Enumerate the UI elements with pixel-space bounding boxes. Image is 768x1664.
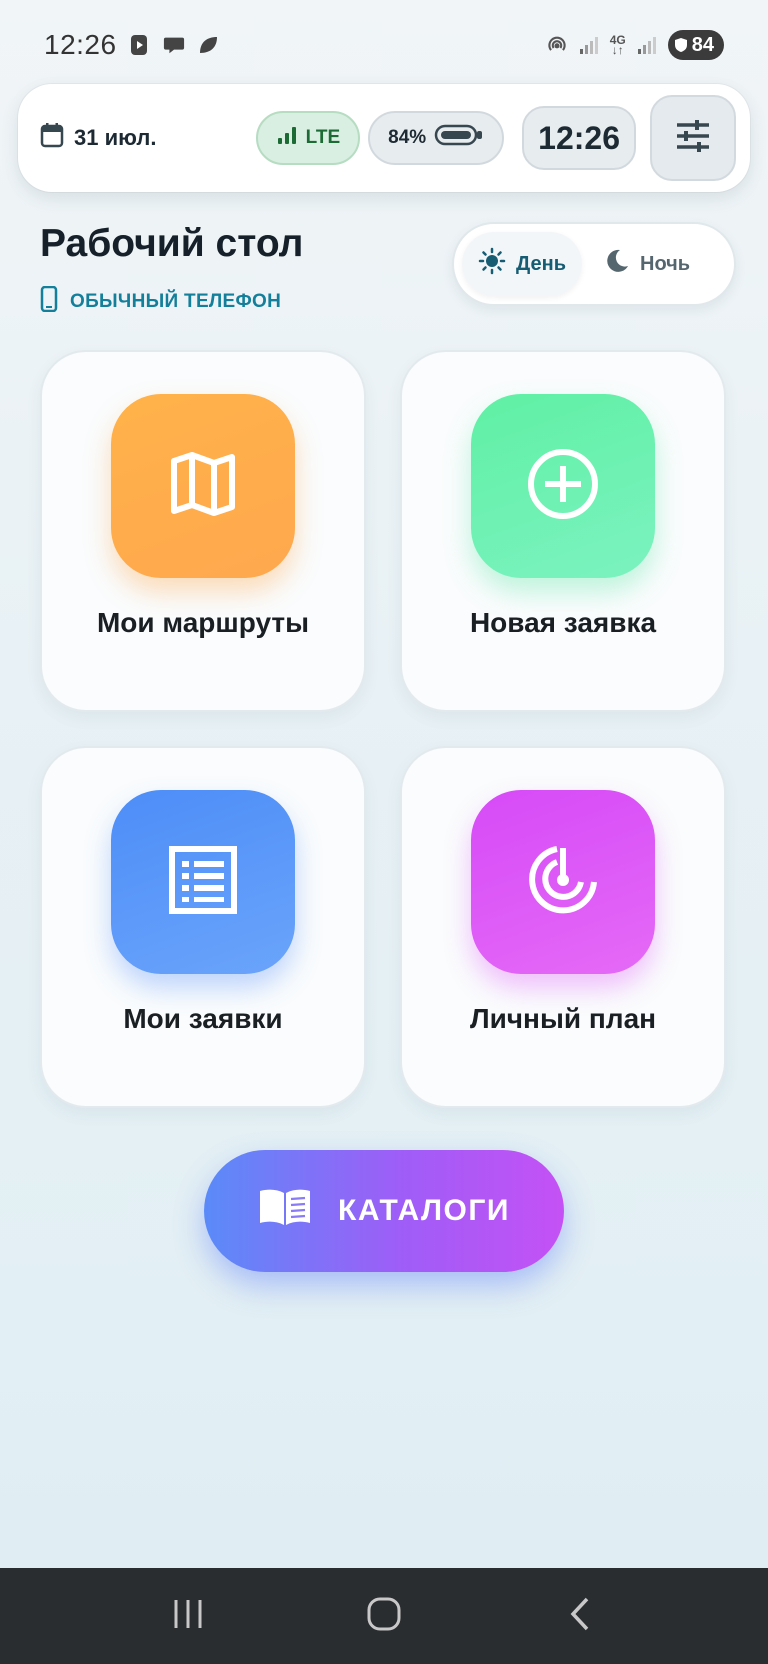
catalogs-label: КАТАЛОГИ xyxy=(338,1194,510,1227)
battery-pill: 84% xyxy=(368,111,505,165)
recent-apps-button[interactable] xyxy=(148,1576,228,1656)
system-nav-bar xyxy=(0,1568,768,1664)
list-icon xyxy=(168,845,238,920)
hotspot-icon xyxy=(546,34,568,56)
status-battery: 84 xyxy=(667,30,724,60)
tile-label: Новая заявка xyxy=(469,607,657,638)
theme-day-option[interactable]: День xyxy=(462,232,582,296)
signal-icon-2 xyxy=(636,34,658,56)
settings-button[interactable] xyxy=(650,95,736,181)
media-icon xyxy=(129,34,151,56)
tile-personal-plan[interactable]: Личный план xyxy=(400,746,726,1108)
date-text: 31 июл. xyxy=(74,125,157,150)
chat-icon xyxy=(163,34,185,56)
status-bar: 12:26 4G ↓↑ 84 xyxy=(0,0,768,90)
battery-icon xyxy=(434,123,484,153)
status-battery-value: 84 xyxy=(691,33,714,56)
shield-icon xyxy=(674,38,687,52)
leaf-icon xyxy=(197,34,219,56)
clock-display: 12:26 xyxy=(522,106,636,170)
recents-icon xyxy=(171,1597,205,1636)
back-button[interactable] xyxy=(540,1576,620,1656)
page-title: Рабочий стол xyxy=(40,222,304,265)
map-icon xyxy=(168,449,238,524)
target-icon xyxy=(525,842,601,923)
device-mode-text: ОБЫЧНЫЙ ТЕЛЕФОН xyxy=(70,291,282,312)
theme-night-option[interactable]: Ночь xyxy=(588,232,706,296)
tile-icon-box xyxy=(471,394,655,578)
plus-circle-icon xyxy=(525,446,601,527)
signal-bars-icon xyxy=(276,125,298,151)
back-icon xyxy=(565,1596,595,1637)
tile-my-routes[interactable]: Мои маршруты xyxy=(40,350,366,712)
tile-icon-box xyxy=(111,790,295,974)
tile-icon-box xyxy=(111,394,295,578)
network-type-label: 4G ↓↑ xyxy=(609,33,626,57)
moon-icon xyxy=(604,248,630,280)
book-icon xyxy=(258,1187,312,1235)
theme-night-label: Ночь xyxy=(640,252,691,275)
tile-label: Мои заявки xyxy=(123,1003,283,1034)
status-time: 12:26 xyxy=(44,29,117,60)
theme-day-label: День xyxy=(516,252,566,275)
date-display: 31 июл. xyxy=(40,122,156,154)
top-info-card: 31 июл. LTE 84% 12:26 xyxy=(18,84,750,192)
tile-label: Личный план xyxy=(469,1003,657,1034)
page-heading: Рабочий стол ОБЫЧНЫЙ ТЕЛЕФОН xyxy=(40,222,303,318)
sun-icon xyxy=(478,247,506,281)
calendar-icon xyxy=(40,122,64,154)
tile-icon-box xyxy=(471,790,655,974)
device-mode-label: ОБЫЧНЫЙ ТЕЛЕФОН xyxy=(40,285,303,318)
network-label: LTE xyxy=(305,127,341,148)
clock-text: 12:26 xyxy=(538,119,620,156)
sliders-icon xyxy=(675,119,711,158)
home-icon xyxy=(366,1596,402,1637)
home-button[interactable] xyxy=(344,1576,424,1656)
catalogs-button[interactable]: КАТАЛОГИ xyxy=(204,1150,564,1272)
theme-toggle: День Ночь xyxy=(452,222,736,306)
network-pill: LTE xyxy=(255,111,361,165)
tile-label: Мои маршруты xyxy=(96,607,310,638)
tile-my-requests[interactable]: Мои заявки xyxy=(40,746,366,1108)
phone-icon xyxy=(40,285,58,318)
signal-icon xyxy=(578,34,600,56)
battery-percent: 84% xyxy=(388,127,427,148)
tile-new-request[interactable]: Новая заявка xyxy=(400,350,726,712)
